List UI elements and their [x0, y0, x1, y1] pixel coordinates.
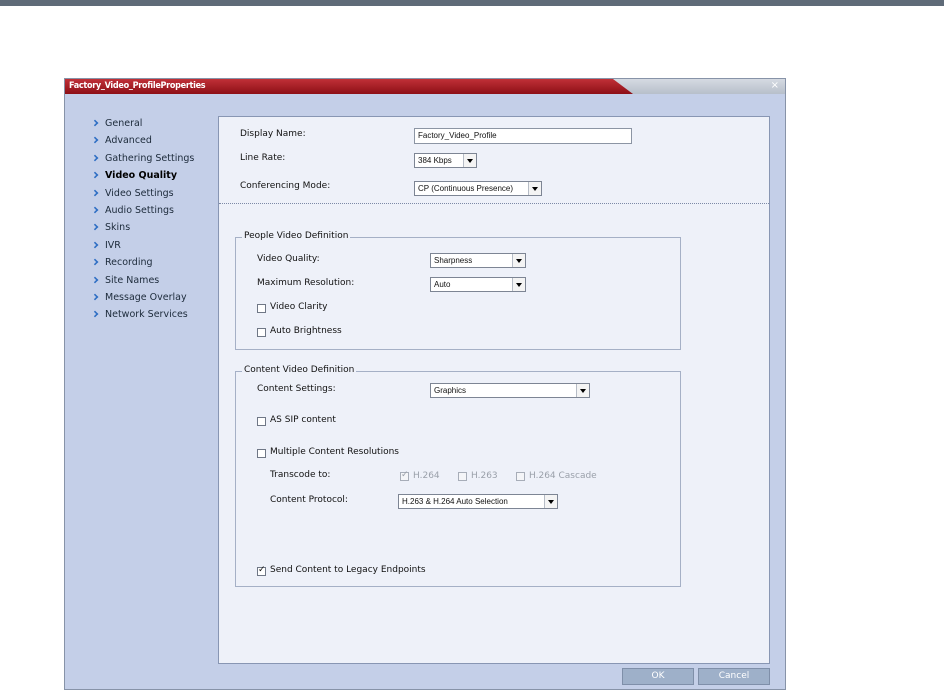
sidebar-item-video-settings[interactable]: Video Settings: [89, 187, 219, 204]
sidebar-item-recording[interactable]: Recording: [89, 256, 219, 273]
h264-cascade-checkbox[interactable]: [516, 472, 525, 481]
settings-panel: Display Name: Factory_Video_Profile Line…: [218, 116, 770, 664]
chevron-right-icon: [91, 293, 99, 301]
video-clarity-label: Video Clarity: [270, 302, 328, 312]
sidebar-item-label: Recording: [105, 257, 153, 269]
maximum-resolution-label: Maximum Resolution:: [257, 278, 355, 288]
sidebar-item-video-quality[interactable]: Video Quality: [89, 169, 219, 186]
group-legend: Content Video Definition: [242, 365, 357, 375]
chevron-down-icon: [544, 495, 557, 508]
chevron-right-icon: [91, 171, 99, 179]
transcode-to-label: Transcode to:: [270, 470, 331, 480]
multiple-content-resolutions-checkbox[interactable]: [257, 449, 266, 458]
dialog-title: Factory_Video_ProfileProperties: [69, 81, 206, 91]
sidebar-item-advanced[interactable]: Advanced: [89, 134, 219, 151]
chevron-right-icon: [91, 310, 99, 318]
sidebar-item-skins[interactable]: Skins: [89, 221, 219, 238]
sidebar-item-label: Video Quality: [105, 170, 178, 182]
h263-label: H.263: [471, 471, 498, 481]
send-content-legacy-label: Send Content to Legacy Endpoints: [270, 565, 426, 575]
sidebar-item-label: Video Settings: [105, 187, 174, 199]
section-divider: [219, 203, 769, 204]
sidebar-item-label: Advanced: [105, 135, 152, 147]
chevron-down-icon: [512, 254, 525, 267]
content-settings-select[interactable]: Graphics: [430, 383, 590, 398]
auto-brightness-label: Auto Brightness: [270, 326, 342, 336]
content-video-definition-group: Content Video Definition Content Setting…: [235, 365, 681, 587]
sidebar-item-network-services[interactable]: Network Services: [89, 308, 219, 325]
content-settings-label: Content Settings:: [257, 384, 336, 394]
chevron-right-icon: [91, 276, 99, 283]
content-protocol-select[interactable]: H.263 & H.264 Auto Selection: [398, 494, 558, 509]
chevron-right-icon: [91, 154, 99, 162]
send-content-legacy-checkbox[interactable]: [257, 565, 266, 576]
sidebar-item-gathering-settings[interactable]: Gathering Settings: [89, 152, 219, 169]
video-quality-value: Sharpness: [434, 256, 473, 265]
line-rate-label: Line Rate:: [240, 153, 286, 163]
sidebar-item-ivr[interactable]: IVR: [89, 239, 219, 256]
conferencing-mode-select[interactable]: CP (Continuous Presence): [414, 181, 542, 196]
sidebar-item-site-names[interactable]: Site Names: [89, 274, 219, 291]
title-bar: Factory_Video_ProfileProperties ×: [65, 79, 785, 94]
as-sip-content-checkbox[interactable]: [257, 417, 266, 426]
chevron-down-icon: [528, 182, 541, 195]
video-quality-label: Video Quality:: [257, 254, 320, 264]
maximum-resolution-select[interactable]: Auto: [430, 277, 526, 292]
h263-checkbox[interactable]: [458, 472, 467, 481]
content-protocol-value: H.263 & H.264 Auto Selection: [402, 497, 508, 506]
chevron-right-icon: [91, 206, 99, 214]
display-name-input[interactable]: Factory_Video_Profile: [414, 128, 632, 144]
conferencing-mode-label: Conferencing Mode:: [240, 181, 331, 191]
top-bar: [0, 0, 944, 6]
sidebar-item-message-overlay[interactable]: Message Overlay: [89, 291, 219, 308]
conferencing-mode-value: CP (Continuous Presence): [418, 184, 514, 193]
properties-dialog: Factory_Video_ProfileProperties × Genera…: [64, 78, 786, 690]
sidebar-item-general[interactable]: General: [89, 117, 219, 134]
sidebar-item-label: General: [105, 118, 143, 129]
chevron-right-icon: [91, 241, 99, 249]
line-rate-select[interactable]: 384 Kbps: [414, 153, 477, 168]
sidebar-item-label: Skins: [105, 222, 131, 234]
sidebar-item-label: Gathering Settings: [105, 152, 195, 164]
chevron-right-icon: [91, 189, 99, 196]
chevron-right-icon: [91, 258, 99, 266]
h264-label: H.264: [413, 471, 440, 481]
close-icon[interactable]: ×: [771, 80, 779, 91]
people-video-definition-group: People Video Definition Video Quality: S…: [235, 231, 681, 350]
sidebar-item-label: Audio Settings: [105, 204, 174, 216]
cancel-button[interactable]: Cancel: [698, 668, 770, 685]
content-settings-value: Graphics: [434, 386, 467, 395]
h264-cascade-label: H.264 Cascade: [529, 471, 597, 481]
chevron-right-icon: [91, 223, 99, 231]
chevron-right-icon: [91, 119, 99, 127]
sidebar-item-label: Network Services: [105, 309, 188, 321]
chevron-down-icon: [512, 278, 525, 291]
video-quality-select[interactable]: Sharpness: [430, 253, 526, 268]
chevron-right-icon: [91, 136, 99, 144]
sidebar-item-label: Site Names: [105, 274, 160, 286]
display-name-label: Display Name:: [240, 129, 306, 139]
sidebar-item-audio-settings[interactable]: Audio Settings: [89, 204, 219, 221]
maximum-resolution-value: Auto: [434, 280, 451, 289]
video-clarity-checkbox[interactable]: [257, 304, 266, 313]
group-legend: People Video Definition: [242, 231, 351, 241]
line-rate-value: 384 Kbps: [418, 156, 452, 165]
chevron-down-icon: [576, 384, 589, 397]
h264-checkbox[interactable]: [400, 470, 409, 481]
multiple-content-resolutions-label: Multiple Content Resolutions: [270, 447, 399, 457]
sidebar-nav: General Advanced Gathering Settings Vide…: [89, 117, 219, 326]
auto-brightness-checkbox[interactable]: [257, 328, 266, 337]
as-sip-content-label: AS SIP content: [270, 415, 336, 425]
ok-button[interactable]: OK: [622, 668, 694, 685]
chevron-down-icon: [463, 154, 476, 167]
sidebar-item-label: Message Overlay: [105, 291, 187, 303]
content-protocol-label: Content Protocol:: [270, 495, 348, 505]
sidebar-item-label: IVR: [105, 239, 121, 251]
